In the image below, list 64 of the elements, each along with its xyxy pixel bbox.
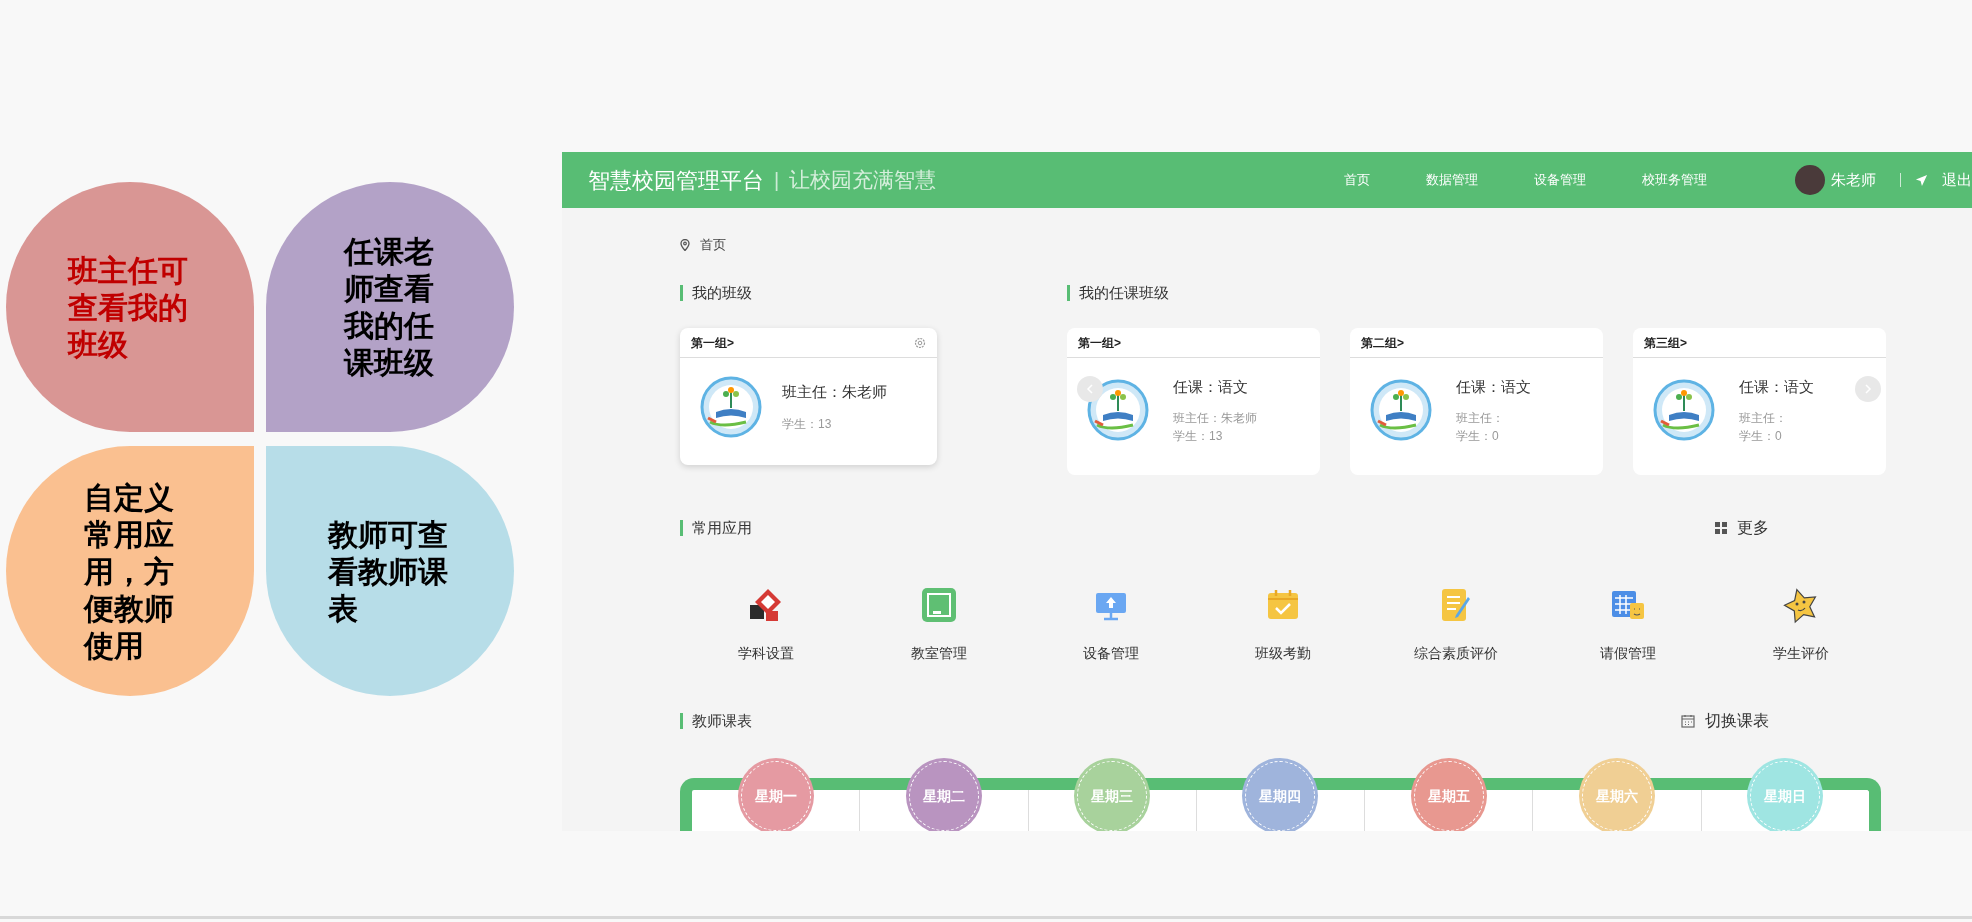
- send-icon: [1915, 173, 1928, 187]
- grid-icon: [1715, 522, 1727, 534]
- section-title: 教师课表: [692, 710, 752, 731]
- head-teacher-text: 班主任：朱老师: [1173, 409, 1257, 427]
- callout-text: 教师可查看教师课表: [328, 516, 449, 627]
- student-count: 学生：13: [782, 416, 833, 434]
- calendar-icon: [1681, 714, 1695, 728]
- callout-text: 自定义常用应用，方便教师使用: [83, 479, 175, 664]
- group-link[interactable]: 第一组>: [691, 333, 734, 352]
- weekday-badge: 星期六: [1578, 758, 1655, 831]
- subject-text: 任课：语文: [1739, 377, 1814, 397]
- student-count: 学生：13: [1173, 427, 1224, 445]
- section-title: 我的任课班级: [1079, 282, 1169, 303]
- app-shortcut[interactable]: 请假管理: [1542, 585, 1715, 664]
- student-count: 学生：0: [1739, 427, 1783, 445]
- weekday-badge: 星期三: [1074, 758, 1151, 831]
- weekday-badge: 星期二: [906, 758, 983, 831]
- app-shortcut[interactable]: 班级考勤: [1197, 585, 1370, 664]
- school-logo-icon: [1370, 379, 1432, 442]
- school-logo-icon: [1087, 379, 1149, 442]
- head-teacher-text: 班主任：朱老师: [782, 381, 887, 402]
- callout-text: 任课老师查看我的任课班级: [343, 234, 435, 381]
- title-separator: |: [774, 168, 780, 193]
- app-label: 学生评价: [1772, 644, 1829, 663]
- head-teacher-text: 班主任：: [1456, 409, 1505, 427]
- class-card[interactable]: 第一组> 任课：语文 班主任：朱老师 学生：13: [1067, 328, 1320, 475]
- class-card[interactable]: 第三组> 任课：语文 班主任： 学生：0: [1633, 328, 1886, 475]
- app-shortcut[interactable]: 设备管理: [1024, 585, 1198, 664]
- school-logo-icon: [1653, 379, 1715, 442]
- app-label: 综合素质评价: [1413, 644, 1498, 663]
- platform-slogan: 让校园充满智慧: [789, 167, 937, 194]
- class-card[interactable]: 第一组> 班主任：朱老师 学生：13: [680, 328, 937, 465]
- settings-icon[interactable]: [914, 336, 926, 349]
- user-avatar[interactable]: [1795, 165, 1825, 195]
- weekday-badge: 星期一: [738, 758, 815, 831]
- more-link[interactable]: 更多: [1737, 516, 1769, 540]
- class-card[interactable]: 第二组> 任课：语文 班主任： 学生：0: [1350, 328, 1603, 475]
- weekday-badge: 星期五: [1410, 758, 1487, 831]
- weekday-badge: 星期日: [1746, 758, 1823, 831]
- callout-text: 班主任可查看我的班级: [68, 252, 189, 363]
- section-title: 我的班级: [692, 282, 752, 303]
- app-shortcut[interactable]: 学科设置: [680, 585, 853, 664]
- app-label: 请假管理: [1600, 644, 1657, 663]
- app-label: 班级考勤: [1255, 644, 1312, 663]
- weekday-badge: 星期四: [1242, 758, 1319, 831]
- app-label: 学科设置: [738, 644, 795, 663]
- group-link[interactable]: 第一组>: [1078, 333, 1121, 352]
- subject-text: 任课：语文: [1173, 377, 1249, 397]
- app-shortcut[interactable]: 学生评价: [1714, 585, 1887, 664]
- app-shortcut[interactable]: 教室管理: [852, 585, 1025, 664]
- subject-text: 任课：语文: [1456, 377, 1531, 397]
- group-link[interactable]: 第二组>: [1361, 333, 1404, 352]
- school-logo-icon: [700, 376, 762, 438]
- app-label: 设备管理: [1083, 644, 1140, 663]
- student-count: 学生：0: [1456, 427, 1500, 445]
- switch-schedule-link[interactable]: 切换课表: [1705, 709, 1769, 733]
- app-label: 教室管理: [910, 644, 967, 663]
- app-shortcut[interactable]: 综合素质评价: [1369, 585, 1543, 664]
- breadcrumb[interactable]: 首页: [700, 235, 726, 255]
- platform-title: 智慧校园管理平台: [588, 166, 764, 195]
- location-pin-icon: [680, 239, 690, 251]
- head-teacher-text: 班主任：: [1739, 409, 1788, 427]
- group-link[interactable]: 第三组>: [1644, 333, 1687, 352]
- section-title: 常用应用: [692, 517, 752, 538]
